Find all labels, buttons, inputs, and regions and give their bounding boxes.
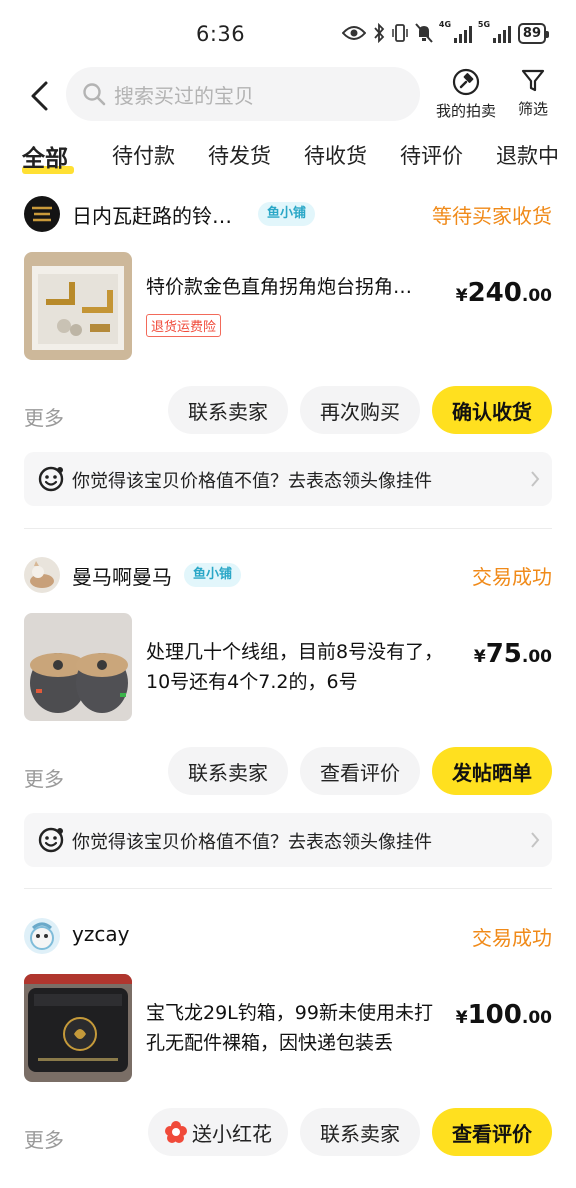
my-auction-label: 我的拍卖 <box>436 102 497 120</box>
price-currency: ¥ <box>455 1008 468 1028</box>
shop-name: 日内瓦赶路的铃… <box>72 204 232 228</box>
price-feedback-banner[interactable]: 你觉得该宝贝价格值不值？去表态领头像挂件 <box>24 813 552 867</box>
view-review-button[interactable]: 查看评价 <box>432 1108 552 1156</box>
shop-badge: 鱼小铺 <box>258 202 316 226</box>
tab-pending-receipt[interactable]: 待收货 <box>304 140 367 170</box>
smiley-icon <box>38 827 64 853</box>
tab-pending-payment[interactable]: 待付款 <box>112 140 175 170</box>
more-link[interactable]: 更多 <box>24 402 64 431</box>
more-link[interactable]: 更多 <box>24 763 64 792</box>
filter-button[interactable]: 筛选 <box>518 68 548 119</box>
auction-hammer-icon <box>452 68 480 96</box>
chevron-left-icon <box>31 81 48 111</box>
shop-avatar <box>24 196 60 232</box>
search-placeholder: 搜索买过的宝贝 <box>114 83 254 108</box>
product-title[interactable]: 宝飞龙29L钓箱，99新未使用未打孔无配件裸箱，因快递包装丢 <box>146 998 446 1058</box>
shop-row[interactable]: yzcay 交易成功 <box>24 918 552 954</box>
shop-avatar <box>24 918 60 954</box>
product-image[interactable] <box>24 252 132 360</box>
signal-4g-icon: 4G <box>438 20 472 43</box>
price-decimal: .00 <box>521 286 552 306</box>
product-image[interactable] <box>24 974 132 1082</box>
price-currency: ¥ <box>473 647 486 667</box>
price-feedback-banner[interactable]: 你觉得该宝贝价格值不值？去表态领头像挂件 <box>24 452 552 506</box>
shop-badge: 鱼小铺 <box>184 563 242 587</box>
chevron-right-icon <box>531 471 540 487</box>
shop-row[interactable]: 曼马啊曼马 鱼小铺 交易成功 <box>24 557 552 593</box>
promo-text: 你觉得该宝贝价格值不值？去表态领头像挂件 <box>72 471 432 492</box>
price: ¥100.00 <box>456 1000 552 1030</box>
send-red-flower-label: 送小红花 <box>192 1121 272 1146</box>
order-status: 交易成功 <box>472 565 552 589</box>
order-card[interactable]: 日内瓦赶路的铃… 鱼小铺 等待买家收货 特价款金色直角拐角炮台拐角… 退货运费险… <box>0 180 576 540</box>
red-flower-icon <box>165 1121 187 1143</box>
shop-avatar <box>24 557 60 593</box>
price-integer: 75 <box>485 639 522 669</box>
my-auction-button[interactable]: 我的拍卖 <box>436 68 496 121</box>
send-red-flower-button[interactable]: 送小红花 <box>148 1108 288 1156</box>
filter-label: 筛选 <box>518 100 549 118</box>
price-decimal: .00 <box>521 647 552 667</box>
bluetooth-icon <box>373 22 385 44</box>
net-label-4g: 4G <box>438 20 452 29</box>
price-currency: ¥ <box>455 286 468 306</box>
product-title[interactable]: 特价款金色直角拐角炮台拐角… <box>146 272 446 302</box>
tab-pending-review[interactable]: 待评价 <box>400 140 463 170</box>
back-button[interactable] <box>22 76 56 116</box>
price-integer: 240 <box>467 278 522 308</box>
header: 搜索买过的宝贝 我的拍卖 筛选 <box>0 66 576 126</box>
tab-all[interactable]: 全部 <box>22 139 68 173</box>
more-link[interactable]: 更多 <box>24 1124 64 1153</box>
chevron-right-icon <box>531 832 540 848</box>
battery-icon: 89 <box>517 22 550 44</box>
mute-bell-icon <box>415 22 433 44</box>
product-image[interactable] <box>24 613 132 721</box>
search-input[interactable]: 搜索买过的宝贝 <box>66 67 420 121</box>
vibrate-icon <box>392 22 408 44</box>
status-icons: 4G 5G 89 <box>341 20 550 44</box>
order-status: 等待买家收货 <box>432 204 552 228</box>
smiley-icon <box>38 466 64 492</box>
price: ¥240.00 <box>456 278 552 308</box>
shop-name: 曼马啊曼马 <box>72 565 172 589</box>
order-divider <box>24 888 552 889</box>
price: ¥75.00 <box>474 639 552 669</box>
return-shipping-insurance-tag: 退货运费险 <box>146 314 222 337</box>
search-icon <box>83 83 106 106</box>
promo-text: 你觉得该宝贝价格值不值？去表态领头像挂件 <box>72 832 432 853</box>
order-card[interactable]: yzcay 交易成功 宝飞龙29L钓箱，99新未使用未打孔无配件裸箱，因快递包装… <box>0 902 576 1188</box>
post-showcase-button[interactable]: 发帖晒单 <box>432 747 552 795</box>
price-integer: 100 <box>467 1000 522 1030</box>
signal-5g-icon: 5G <box>477 20 511 43</box>
contact-seller-button[interactable]: 联系卖家 <box>168 747 288 795</box>
confirm-receipt-button[interactable]: 确认收货 <box>432 386 552 434</box>
order-status: 交易成功 <box>472 926 552 950</box>
net-label-5g: 5G <box>477 20 491 29</box>
tab-pending-shipment[interactable]: 待发货 <box>208 140 271 170</box>
order-card[interactable]: 曼马啊曼马 鱼小铺 交易成功 处理几十个线组，目前8号没有了，10号还有4个7.… <box>0 541 576 901</box>
contact-seller-button[interactable]: 联系卖家 <box>300 1108 420 1156</box>
shop-row[interactable]: 日内瓦赶路的铃… 鱼小铺 等待买家收货 <box>24 196 552 232</box>
product-title[interactable]: 处理几十个线组，目前8号没有了，10号还有4个7.2的，6号 <box>146 637 446 697</box>
buy-again-button[interactable]: 再次购买 <box>300 386 420 434</box>
contact-seller-button[interactable]: 联系卖家 <box>168 386 288 434</box>
view-review-button[interactable]: 查看评价 <box>300 747 420 795</box>
order-tabs: 全部 待付款 待发货 待收货 待评价 退款中 <box>0 130 576 178</box>
order-divider <box>24 528 552 529</box>
shop-name: yzcay <box>72 922 130 946</box>
status-bar: 6:36 4G 5G 89 <box>0 0 576 66</box>
price-decimal: .00 <box>521 1008 552 1028</box>
eye-icon <box>341 22 366 44</box>
filter-funnel-icon <box>521 69 545 92</box>
status-time: 6:36 <box>196 22 246 46</box>
tab-refunding[interactable]: 退款中 <box>496 140 559 170</box>
